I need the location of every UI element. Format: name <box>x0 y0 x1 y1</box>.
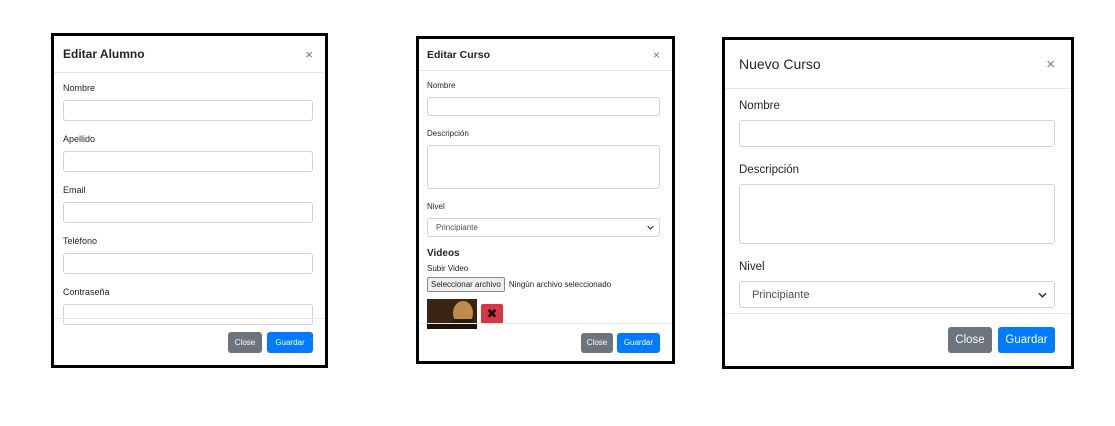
modal-body: Nombre Apellido Email Teléfono Contraseñ… <box>54 73 325 325</box>
nombre-label: Nombre <box>739 100 780 112</box>
subir-video-label: Subir Video <box>427 264 469 273</box>
nombre-input[interactable] <box>63 100 313 121</box>
modal-title: Editar Curso <box>427 48 491 61</box>
email-input[interactable] <box>63 202 313 223</box>
nivel-label: Nivel <box>739 261 765 273</box>
apellido-input[interactable] <box>63 151 313 172</box>
nombre-label: Nombre <box>63 83 96 93</box>
modal-header: Editar Alumno × <box>54 36 325 73</box>
modal-title: Nuevo Curso <box>739 56 821 72</box>
nivel-label: Nivel <box>427 202 445 211</box>
edit-course-modal: Editar Curso × Nombre Descripción Nivel … <box>416 36 675 364</box>
close-button[interactable]: Close <box>948 327 992 353</box>
save-button[interactable]: Guardar <box>267 331 313 353</box>
contrasena-label: Contraseña <box>63 287 110 297</box>
file-input[interactable]: Seleccionar archivo Ningún archivo selec… <box>427 277 660 292</box>
nivel-selected-value: Principiante <box>752 288 810 301</box>
modal-footer: Close Guardar <box>419 323 672 361</box>
edit-student-modal: Editar Alumno × Nombre Apellido Email Te… <box>51 33 328 368</box>
modal-body: Nombre Descripción Nivel Principiante Vi… <box>419 71 672 329</box>
apellido-label: Apellido <box>63 134 96 144</box>
modal-title: Editar Alumno <box>63 47 145 61</box>
modal-header: Nuevo Curso × <box>725 40 1071 89</box>
telefono-input[interactable] <box>63 253 313 274</box>
close-button[interactable]: Close <box>581 332 613 353</box>
email-label: Email <box>63 185 86 195</box>
descripcion-label: Descripción <box>427 129 469 138</box>
new-course-modal: Nuevo Curso × Nombre Descripción Nivel P… <box>722 37 1074 369</box>
close-button[interactable]: Close <box>228 331 262 353</box>
delete-icon: ✖ <box>486 306 498 321</box>
close-icon[interactable]: × <box>1046 57 1055 72</box>
modal-body: Nombre Descripción Nivel Principiante <box>725 89 1071 308</box>
descripcion-label: Descripción <box>739 164 800 176</box>
videos-heading: Videos <box>427 248 460 259</box>
chevron-down-icon <box>647 225 654 230</box>
file-status: Ningún archivo seleccionado <box>508 280 612 289</box>
save-button[interactable]: Guardar <box>617 332 660 353</box>
nivel-selected-value: Principiante <box>436 223 478 232</box>
close-icon[interactable]: × <box>305 48 313 61</box>
close-icon[interactable]: × <box>653 49 660 61</box>
telefono-label: Teléfono <box>63 236 98 246</box>
chevron-down-icon <box>1038 292 1047 298</box>
descripcion-textarea[interactable] <box>427 145 660 189</box>
nivel-select[interactable]: Principiante <box>739 281 1055 308</box>
descripcion-textarea[interactable] <box>739 184 1055 244</box>
nombre-input[interactable] <box>427 97 660 116</box>
delete-video-button[interactable]: ✖ <box>481 304 503 324</box>
nivel-select[interactable]: Principiante <box>427 218 660 237</box>
choose-file-button[interactable]: Seleccionar archivo <box>427 277 505 292</box>
nombre-label: Nombre <box>427 81 456 90</box>
nombre-input[interactable] <box>739 120 1055 147</box>
modal-footer: Close Guardar <box>725 313 1071 366</box>
modal-footer: Close Guardar <box>54 318 325 365</box>
modal-header: Editar Curso × <box>419 39 672 71</box>
save-button[interactable]: Guardar <box>998 327 1055 353</box>
